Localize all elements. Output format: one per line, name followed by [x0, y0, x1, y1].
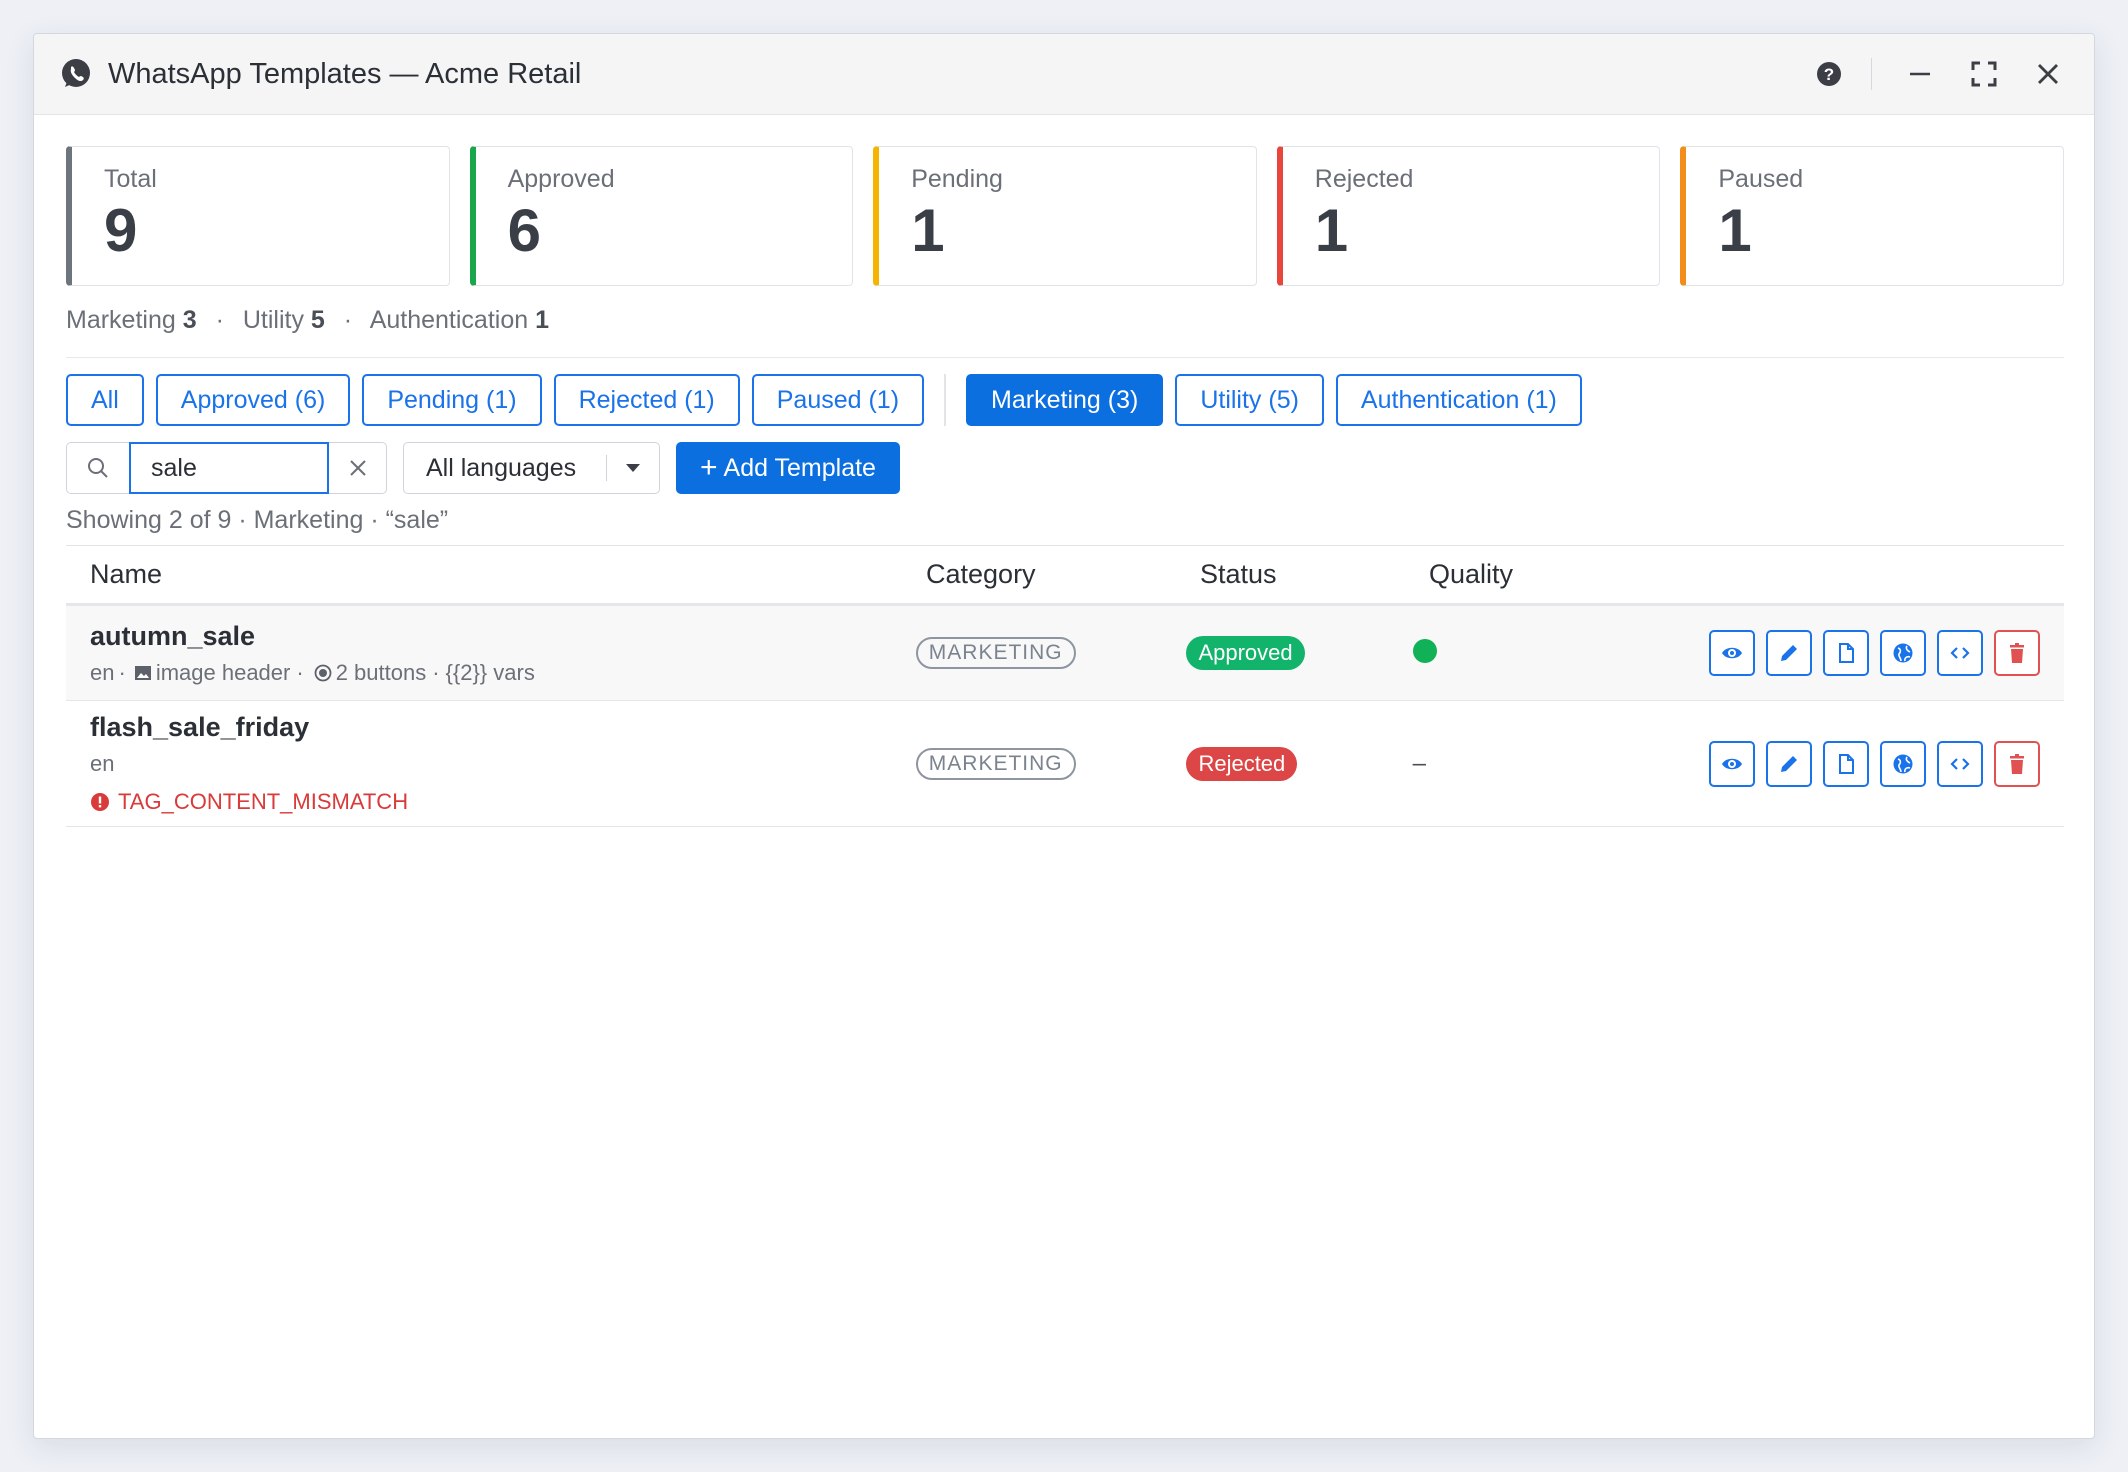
radio-button-icon	[314, 664, 332, 681]
filter-marketing[interactable]: Marketing (3)	[966, 374, 1164, 426]
stat-value: 1	[1718, 197, 1752, 264]
filter-authentication[interactable]: Authentication (1)	[1335, 374, 1582, 426]
stats-cards: Total 9 Approved 6 Pending 1 Rejected 1 …	[66, 146, 2064, 286]
header-quality: Quality	[1429, 559, 1514, 589]
delete-icon[interactable]	[1994, 740, 2040, 787]
stat-card-rejected: Rejected 1	[1276, 146, 1661, 286]
template-name: autumn_sale	[90, 620, 256, 651]
rejection-reason: TAG_CONTENT_MISMATCH	[90, 789, 916, 815]
window-title: WhatsApp Templates — Acme Retail	[108, 57, 582, 90]
separator: ·	[343, 306, 353, 334]
edit-icon[interactable]	[1766, 740, 1812, 787]
separator: ·	[215, 306, 224, 334]
filter-utility[interactable]: Utility (5)	[1175, 374, 1324, 426]
search-input[interactable]	[129, 442, 329, 494]
stat-label: Paused	[1718, 165, 1804, 193]
stat-card-approved: Approved 6	[469, 146, 854, 286]
filter-rejected[interactable]: Rejected (1)	[553, 374, 740, 426]
code-icon[interactable]	[1937, 630, 1983, 676]
category-summary-label: Marketing	[66, 306, 176, 334]
template-meta: en	[90, 751, 916, 777]
preview-icon[interactable]	[1709, 740, 1755, 787]
table-row[interactable]: flash_sale_friday en TAG_CONTENT_MISMATC…	[66, 701, 2064, 827]
edit-icon[interactable]	[1766, 630, 1812, 676]
status-badge: Approved	[1186, 636, 1305, 670]
category-summary: Marketing 3 · Utility 5 · Authentication…	[66, 306, 2064, 358]
template-language: en	[90, 659, 115, 685]
category-summary-label: Authentication	[369, 306, 529, 334]
caret-down-icon	[607, 463, 659, 473]
search-row: All languages + Add Template	[66, 442, 2064, 494]
translate-icon[interactable]	[1880, 630, 1926, 676]
row-actions	[1709, 740, 2064, 787]
table-row[interactable]: autumn_sale en · image header · 2 button…	[66, 606, 2064, 701]
category-summary-label: Utility	[242, 306, 304, 334]
template-language: en	[90, 751, 115, 776]
stat-value: 1	[911, 197, 945, 264]
stat-label: Pending	[911, 165, 1003, 193]
header-status: Status	[1200, 559, 1277, 589]
add-template-button[interactable]: + Add Template	[676, 442, 900, 494]
code-icon[interactable]	[1937, 740, 1983, 787]
template-meta: en · image header · 2 buttons · {{2}} va…	[90, 659, 535, 685]
duplicate-icon[interactable]	[1823, 630, 1869, 676]
error-icon	[91, 793, 109, 811]
row-actions	[1709, 630, 2064, 676]
category-badge: MARKETING	[915, 747, 1076, 780]
search-group	[66, 442, 387, 494]
duplicate-icon[interactable]	[1823, 740, 1869, 787]
filter-approved[interactable]: Approved (6)	[155, 374, 351, 426]
category-summary-count: 5	[310, 306, 325, 334]
filter-pending[interactable]: Pending (1)	[362, 374, 542, 426]
stat-value: 9	[104, 197, 138, 264]
header-category: Category	[926, 559, 1036, 589]
category-summary-count: 1	[535, 306, 549, 334]
template-buttons: 2 buttons	[335, 659, 427, 685]
filter-paused[interactable]: Paused (1)	[751, 374, 925, 426]
plus-icon: +	[700, 451, 718, 484]
filter-divider	[944, 374, 947, 426]
search-icon	[66, 442, 129, 494]
stat-label: Rejected	[1314, 165, 1414, 193]
stat-value: 1	[1314, 197, 1349, 264]
stat-card-total: Total 9	[66, 146, 450, 286]
delete-icon[interactable]	[1994, 630, 2040, 676]
translate-icon[interactable]	[1880, 740, 1926, 787]
maximize-icon[interactable]	[1962, 52, 2006, 96]
stat-card-pending: Pending 1	[873, 146, 1257, 286]
quality-indicator	[1412, 638, 1437, 663]
titlebar-divider	[1871, 58, 1872, 90]
stat-card-paused: Paused 1	[1680, 146, 2064, 286]
svg-text:?: ?	[1824, 65, 1834, 84]
filter-bar: All Approved (6) Pending (1) Rejected (1…	[66, 374, 2064, 426]
rejection-reason-text: TAG_CONTENT_MISMATCH	[118, 789, 409, 814]
results-summary: Showing 2 of 9 · Marketing · “sale”	[66, 506, 2064, 546]
table-header: Name Category Status Quality	[66, 546, 2064, 606]
image-icon	[134, 665, 151, 680]
filter-all[interactable]: All	[66, 374, 144, 426]
header-name: Name	[90, 559, 163, 589]
template-name: flash_sale_friday	[90, 712, 310, 742]
quality-indicator: –	[1412, 749, 1427, 777]
preview-icon[interactable]	[1709, 630, 1755, 676]
language-select-value: All languages	[426, 453, 577, 482]
templates-window: WhatsApp Templates — Acme Retail ? Total…	[33, 33, 2095, 1439]
title-bar: WhatsApp Templates — Acme Retail ?	[34, 34, 2094, 115]
clear-search-icon[interactable]	[329, 442, 387, 494]
category-badge: MARKETING	[915, 637, 1076, 669]
help-icon[interactable]: ?	[1807, 52, 1851, 96]
close-icon[interactable]	[2026, 52, 2070, 96]
stat-label: Approved	[507, 165, 615, 193]
minimize-icon[interactable]	[1898, 52, 1942, 96]
whatsapp-icon	[58, 56, 94, 92]
template-vars: {{2}} vars	[445, 659, 535, 685]
stat-label: Total	[104, 165, 157, 193]
language-select[interactable]: All languages	[403, 442, 660, 494]
add-template-label: Add Template	[723, 453, 876, 482]
status-badge: Rejected	[1186, 746, 1298, 781]
template-header-type: image header	[155, 659, 291, 685]
stat-value: 6	[507, 197, 541, 264]
category-summary-count: 3	[182, 306, 197, 334]
